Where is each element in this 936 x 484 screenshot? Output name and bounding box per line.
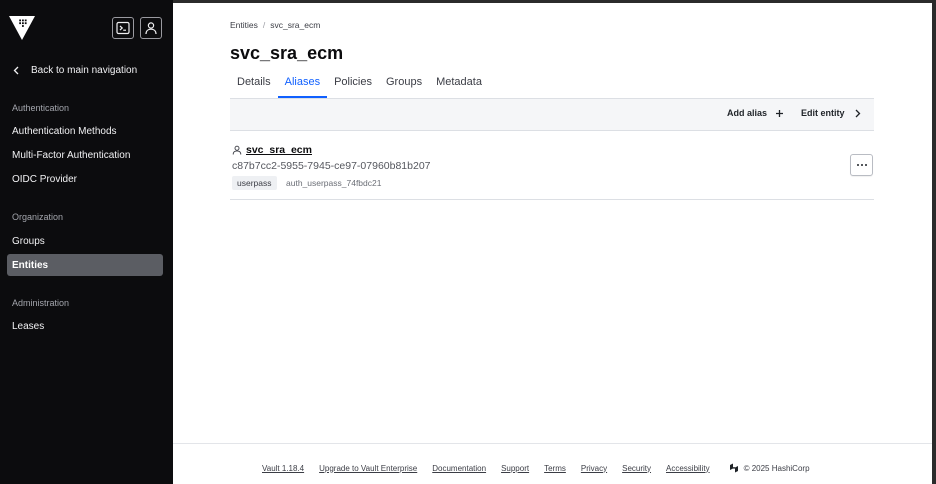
- window-frame-right: [932, 0, 936, 484]
- terminal-icon: [116, 21, 130, 35]
- breadcrumb-separator: /: [262, 20, 266, 30]
- alias-id: c87b7cc2-5955-7945-ce97-07960b81b207: [232, 160, 431, 172]
- sidebar-item-authentication-methods[interactable]: Authentication Methods: [7, 120, 163, 142]
- footer-link-support[interactable]: Support: [501, 464, 529, 473]
- tab-details[interactable]: Details: [230, 73, 278, 98]
- footer-link-terms[interactable]: Terms: [544, 464, 566, 473]
- page-title: svc_sra_ecm: [230, 43, 344, 63]
- user-icon: [145, 22, 157, 35]
- sidebar: Back to main navigation Authentication A…: [0, 0, 173, 484]
- alias-list-item[interactable]: svc_sra_ecm c87b7cc2-5955-7945-ce97-0796…: [230, 132, 874, 200]
- hashicorp-logo-icon: [729, 463, 738, 473]
- console-button[interactable]: [112, 17, 134, 39]
- edit-entity-label: Edit entity: [801, 108, 845, 118]
- footer-link-version[interactable]: Vault 1.18.4: [262, 464, 304, 473]
- sidebar-item-oidc-provider[interactable]: OIDC Provider: [7, 168, 163, 190]
- mount-accessor: auth_userpass_74fbdc21: [286, 178, 382, 188]
- tab-aliases[interactable]: Aliases: [277, 73, 328, 98]
- sidebar-item-leases[interactable]: Leases: [7, 315, 163, 337]
- footer-divider: [173, 443, 932, 444]
- toolbar: Add alias Edit entity: [230, 99, 874, 131]
- breadcrumb: Entities / svc_sra_ecm: [230, 20, 320, 30]
- alias-name: svc_sra_ecm: [246, 144, 312, 156]
- tab-bar: Details Aliases Policies Groups Metadata: [230, 73, 489, 98]
- footer-link-accessibility[interactable]: Accessibility: [666, 464, 710, 473]
- sidebar-item-entities[interactable]: Entities: [7, 254, 163, 276]
- footer-link-upgrade[interactable]: Upgrade to Vault Enterprise: [319, 464, 417, 473]
- copyright-text: © 2025 HashiCorp: [743, 463, 810, 473]
- more-horizontal-icon: [856, 164, 867, 166]
- add-alias-label: Add alias: [727, 108, 768, 118]
- chevron-left-icon: [13, 66, 19, 74]
- add-alias-button[interactable]: Add alias: [727, 108, 784, 118]
- chevron-right-icon: [855, 109, 860, 117]
- tab-groups[interactable]: Groups: [379, 73, 429, 98]
- main-content: Entities / svc_sra_ecm svc_sra_ecm Detai…: [173, 3, 932, 484]
- nav-heading-organization: Organization: [12, 212, 64, 222]
- tab-metadata[interactable]: Metadata: [429, 73, 489, 98]
- copyright: © 2025 HashiCorp: [729, 463, 810, 473]
- more-options-button[interactable]: [850, 154, 873, 176]
- user-icon: [232, 145, 242, 155]
- back-link-label: Back to main navigation: [31, 64, 138, 76]
- tab-policies[interactable]: Policies: [327, 73, 379, 98]
- breadcrumb-entities-link[interactable]: Entities: [230, 20, 258, 30]
- mount-type-badge: userpass: [232, 176, 277, 190]
- alias-name-link[interactable]: svc_sra_ecm: [232, 144, 312, 156]
- footer-link-security[interactable]: Security: [622, 464, 651, 473]
- sidebar-item-groups[interactable]: Groups: [7, 230, 163, 252]
- back-to-main-nav-link[interactable]: Back to main navigation: [12, 62, 137, 78]
- nav-heading-administration: Administration: [12, 298, 70, 308]
- nav-heading-authentication: Authentication: [12, 103, 70, 113]
- sidebar-item-mfa[interactable]: Multi-Factor Authentication: [7, 144, 163, 166]
- plus-icon: [776, 109, 784, 117]
- vault-logo-icon[interactable]: [9, 16, 35, 40]
- footer: Vault 1.18.4 Upgrade to Vault Enterprise…: [262, 462, 810, 474]
- user-menu-button[interactable]: [140, 17, 162, 39]
- edit-entity-button[interactable]: Edit entity: [801, 108, 862, 118]
- breadcrumb-current: svc_sra_ecm: [270, 20, 321, 30]
- footer-link-documentation[interactable]: Documentation: [432, 464, 486, 473]
- footer-link-privacy[interactable]: Privacy: [581, 464, 607, 473]
